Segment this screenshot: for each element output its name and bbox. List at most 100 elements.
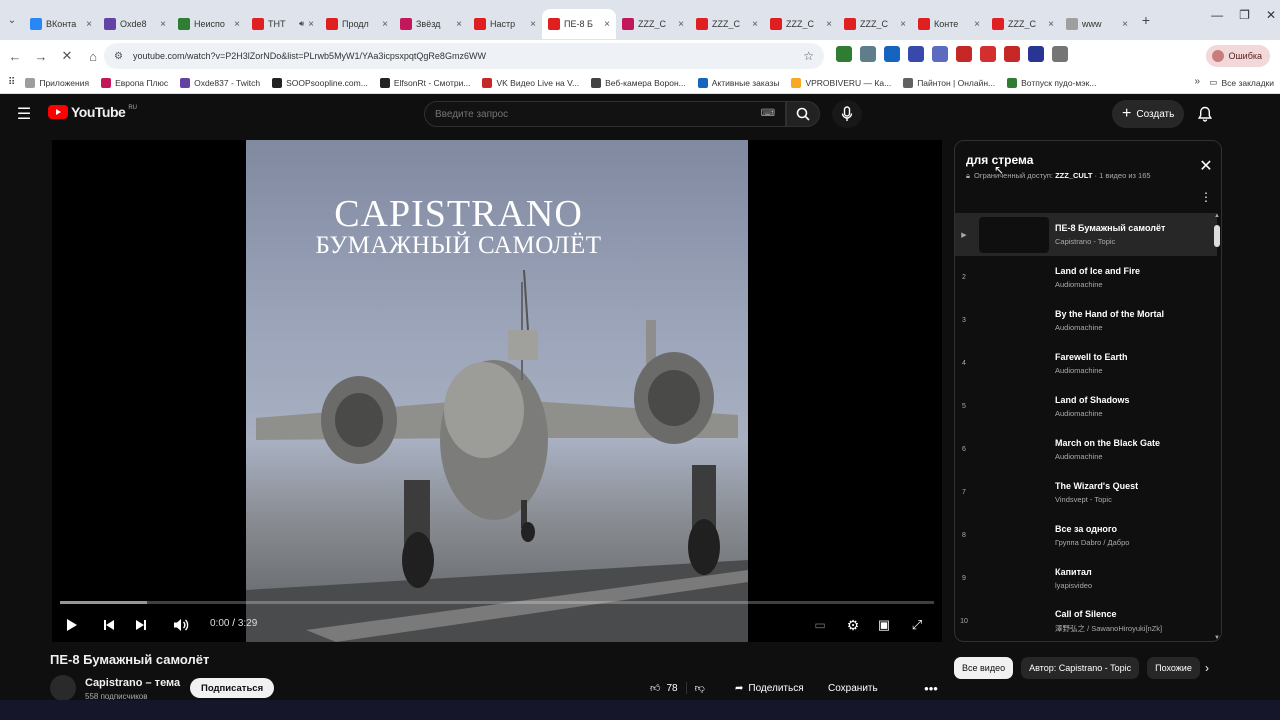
browser-tab[interactable]: Oxde8 ×	[98, 9, 172, 39]
bookmark-item[interactable]: Активные заказы	[697, 77, 779, 88]
channel-avatar[interactable]	[50, 675, 76, 701]
bookmark-item[interactable]: VK Видео Live на V...	[482, 77, 579, 88]
tab-search-icon[interactable]: ⌄	[0, 6, 24, 34]
new-tab-icon[interactable]: +	[1134, 8, 1158, 32]
extension-icon[interactable]	[1004, 46, 1020, 62]
bookmark-item[interactable]: SOOPsoopline.com...	[272, 77, 368, 88]
browser-tab[interactable]: ПЕ-8 Б ×	[542, 9, 616, 39]
bookmark-item[interactable]: Приложения	[25, 77, 89, 88]
extension-icon[interactable]	[1028, 46, 1044, 62]
more-bookmarks-icon[interactable]: »	[1194, 76, 1200, 87]
all-bookmarks-button[interactable]: ▭ Все закладки	[1209, 77, 1274, 88]
volume-icon[interactable]	[169, 614, 193, 636]
tab-close-icon[interactable]: ×	[900, 19, 906, 30]
playlist-scrollbar[interactable]: ▲ ▼	[1213, 213, 1221, 641]
share-button[interactable]: ➦ Поделиться	[735, 677, 804, 699]
channel-name[interactable]: Capistrano – тема	[85, 677, 180, 689]
bookmark-item[interactable]: Вотпуск пудо-мэк...	[1007, 77, 1096, 88]
tab-close-icon[interactable]: ×	[1048, 19, 1054, 30]
tab-close-icon[interactable]: ×	[974, 19, 980, 30]
scrollbar-thumb[interactable]	[1214, 225, 1220, 247]
tab-close-icon[interactable]: ×	[1122, 19, 1128, 30]
home-icon[interactable]: ⌂	[80, 43, 106, 69]
url-field[interactable]: ⚙ youtube.com/watch?v=P2H3lZorNDo&list=P…	[104, 43, 824, 69]
close-playlist-icon[interactable]: ✕	[1195, 155, 1217, 177]
browser-tab[interactable]: Продл ×	[320, 9, 394, 39]
video-frame[interactable]: CAPISTRANO БУМАЖНЫЙ САМОЛЁТ	[246, 140, 748, 642]
extension-icon[interactable]	[1052, 46, 1068, 62]
playlist-item[interactable]: 2 Land of Ice and Fire Audiomachine	[955, 256, 1217, 299]
like-button[interactable]: 👍︎ 78	[642, 682, 686, 695]
tab-close-icon[interactable]: ×	[382, 19, 388, 30]
browser-tab[interactable]: ZZZ_C ×	[764, 9, 838, 39]
extension-icon[interactable]	[908, 46, 924, 62]
tab-close-icon[interactable]: ×	[234, 19, 240, 30]
playlist-item[interactable]: 5 Land of Shadows Audiomachine	[955, 385, 1217, 428]
filter-chip[interactable]: Все видео	[954, 657, 1014, 679]
bookmark-item[interactable]: VPROBIVERU — Ка...	[791, 77, 891, 88]
playlist-menu-icon[interactable]: ⋮	[1199, 188, 1213, 206]
browser-tab[interactable]: Неиспо ×	[172, 9, 246, 39]
extension-icon[interactable]	[884, 46, 900, 62]
bookmark-item[interactable]: Европа Плюс	[101, 77, 168, 88]
theater-mode-icon[interactable]: ▣	[872, 614, 896, 636]
tab-close-icon[interactable]: ×	[308, 19, 314, 30]
extension-icon[interactable]	[836, 46, 852, 62]
bookmark-item[interactable]: Oxde837 - Twitch	[180, 77, 260, 88]
playlist-item[interactable]: 6 March on the Black Gate Audiomachine	[955, 428, 1217, 471]
progress-bar[interactable]	[60, 601, 934, 604]
playlist-item[interactable]: 9 Капитал lyapisvideo	[955, 557, 1217, 600]
playlist-item[interactable]: 10 Call of Silence 澤野弘之 / SawanoHiroyuki[n…	[955, 600, 1217, 641]
filter-chip[interactable]: Похожие	[1147, 657, 1200, 679]
browser-tab[interactable]: Звёзд ×	[394, 9, 468, 39]
next-icon[interactable]	[129, 614, 153, 636]
back-icon[interactable]: ←	[2, 43, 28, 69]
bookmark-star-icon[interactable]: ☆	[803, 49, 814, 63]
tab-close-icon[interactable]: ×	[752, 19, 758, 30]
apps-grid-icon[interactable]: ⠿	[8, 77, 15, 88]
voice-search-button[interactable]	[832, 100, 862, 128]
fullscreen-icon[interactable]: ⤢	[905, 614, 929, 636]
stop-loading-icon[interactable]: ✕	[54, 43, 80, 69]
search-button[interactable]	[786, 101, 820, 127]
search-input[interactable]	[435, 108, 735, 120]
playlist-item[interactable]: 4 Farewell to Earth Audiomachine	[955, 342, 1217, 385]
browser-tab[interactable]: Конте ×	[912, 9, 986, 39]
scroll-down-icon[interactable]: ▼	[1213, 635, 1221, 641]
profile-error-pill[interactable]: Ошибка	[1206, 45, 1270, 67]
subscribe-button[interactable]: Подписаться	[190, 678, 275, 698]
chevron-right-icon[interactable]: ›	[1196, 657, 1218, 679]
filter-chip[interactable]: Автор: Capistrano - Topic	[1021, 657, 1140, 679]
tab-close-icon[interactable]: ×	[826, 19, 832, 30]
playlist-owner[interactable]: ZZZ_CULT	[1055, 171, 1092, 180]
browser-tab[interactable]: ZZZ_C ×	[986, 9, 1060, 39]
create-button[interactable]: + Создать	[1112, 100, 1185, 128]
browser-tab[interactable]: www ×	[1060, 9, 1134, 39]
youtube-logo[interactable]: YouTube RU	[48, 104, 137, 120]
browser-tab[interactable]: ТНТ 🔊︎ ×	[246, 9, 320, 39]
settings-gear-icon[interactable]: ⚙	[841, 614, 865, 636]
extension-icon[interactable]	[860, 46, 876, 62]
play-icon[interactable]	[60, 614, 84, 636]
dislike-button[interactable]: 👎︎	[685, 682, 713, 694]
browser-tab[interactable]: ZZZ_C ×	[838, 9, 912, 39]
playlist-item[interactable]: 8 Все за одного Группа Dabro / Дабро	[955, 514, 1217, 557]
menu-icon[interactable]: ☰	[14, 104, 34, 124]
close-window-icon[interactable]: ✕	[1266, 8, 1276, 22]
tab-audio-icon[interactable]: 🔊︎	[299, 19, 304, 29]
scroll-up-icon[interactable]: ▲	[1213, 213, 1221, 219]
save-button[interactable]: Сохранить	[828, 677, 878, 699]
video-player[interactable]: CAPISTRANO БУМАЖНЫЙ САМОЛЁТ 0:00 / 3:29 …	[52, 140, 942, 642]
bookmark-item[interactable]: Пайнтон | Онлайн...	[903, 77, 995, 88]
bookmark-item[interactable]: ElfsonRt - Смотри...	[379, 77, 470, 88]
extension-icon[interactable]	[956, 46, 972, 62]
tab-close-icon[interactable]: ×	[530, 19, 536, 30]
more-actions-icon[interactable]: •••	[920, 677, 942, 699]
extension-icon[interactable]	[980, 46, 996, 62]
playlist-item[interactable]: ▶ ПЕ-8 Бумажный самолёт Capistrano - Topic	[955, 213, 1217, 256]
subtitles-icon[interactable]: ▭	[808, 614, 832, 636]
tab-close-icon[interactable]: ×	[604, 19, 610, 30]
tab-close-icon[interactable]: ×	[86, 19, 92, 30]
site-info-icon[interactable]: ⚙	[114, 51, 123, 62]
browser-tab[interactable]: ZZZ_C ×	[690, 9, 764, 39]
